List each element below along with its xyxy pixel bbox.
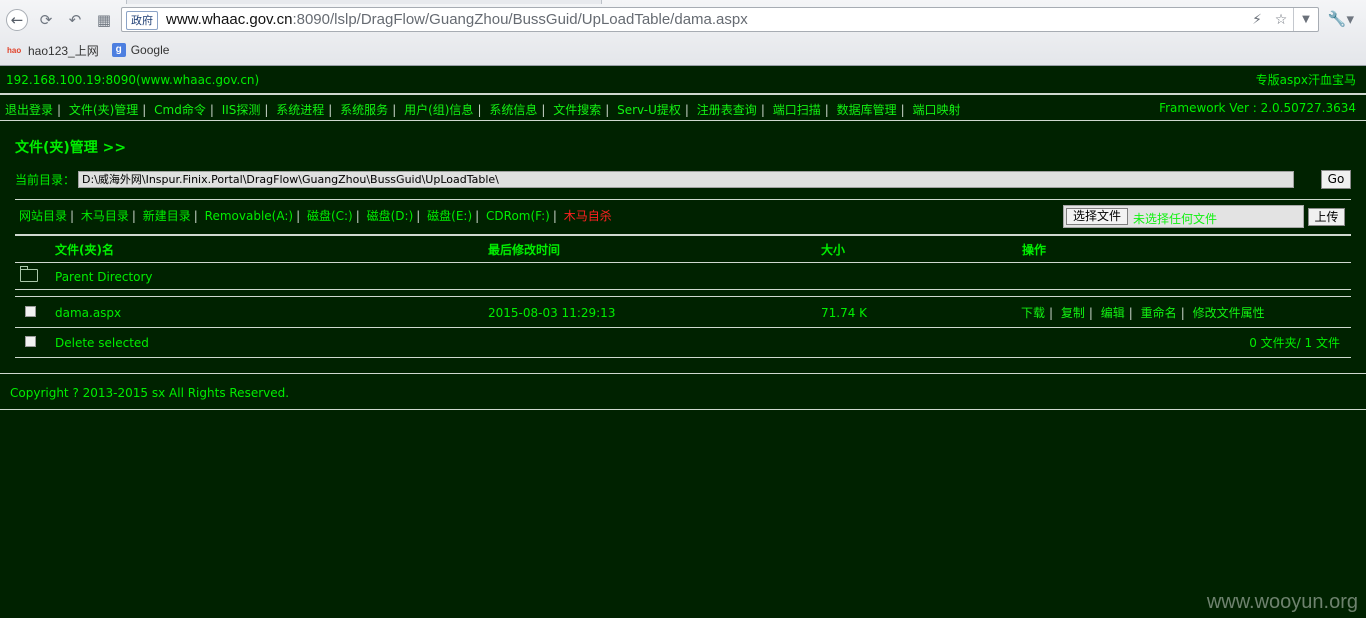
col-header-actions: 操作 <box>1022 243 1047 257</box>
footer-copyright: Copyright ? 2013-2015 sx All Rights Rese… <box>10 386 290 400</box>
url-text[interactable]: www.whaac.gov.cn:8090/lslp/DragFlow/Guan… <box>166 11 748 29</box>
action-edit[interactable]: 编辑 <box>1101 306 1125 320</box>
choose-file-button[interactable]: 选择文件 <box>1066 208 1128 225</box>
nav-services[interactable]: 系统服务 <box>340 103 388 117</box>
row-divider <box>15 289 1351 290</box>
go-button[interactable]: Go <box>1321 170 1351 189</box>
link-new-dir[interactable]: 新建目录 <box>143 209 191 223</box>
google-icon: g <box>111 43 126 57</box>
nav-processes[interactable]: 系统进程 <box>276 103 324 117</box>
host-info: 192.168.100.19:8090(www.whaac.gov.cn) <box>6 73 260 87</box>
nav-database[interactable]: 数据库管理 <box>837 103 897 117</box>
page: 192.168.100.19:8090(www.whaac.gov.cn) 专版… <box>0 66 1366 618</box>
action-copy[interactable]: 复制 <box>1061 306 1085 320</box>
upload-button[interactable]: 上传 <box>1308 208 1345 226</box>
row-divider <box>15 327 1351 328</box>
link-drive-c[interactable]: 磁盘(C:) <box>307 209 353 223</box>
dropdown-arrow-icon[interactable]: ▼ <box>1293 8 1318 31</box>
nav-cmd[interactable]: Cmd命令 <box>154 103 206 117</box>
framework-version: Framework Ver : 2.0.50727.3634 <box>1159 101 1356 115</box>
home-icon[interactable]: ▦ <box>93 9 115 31</box>
nav-servu[interactable]: Serv-U提权 <box>617 103 681 117</box>
divider <box>0 409 1366 410</box>
action-rename[interactable]: 重命名 <box>1141 306 1177 320</box>
file-modified: 2015-08-03 11:29:13 <box>488 306 616 320</box>
watermark: www.wooyun.org <box>1206 591 1358 613</box>
nav-sysinfo[interactable]: 系统信息 <box>489 103 537 117</box>
link-drive-a[interactable]: Removable(A:) <box>205 209 293 223</box>
col-header-modified: 最后修改时间 <box>488 243 561 257</box>
divider <box>15 199 1351 200</box>
link-trojan-dir[interactable]: 木马目录 <box>81 209 129 223</box>
gov-badge: 政府 <box>126 11 158 30</box>
back-icon[interactable]: ← <box>6 9 28 31</box>
action-download[interactable]: 下载 <box>1021 306 1045 320</box>
link-drive-e[interactable]: 磁盘(E:) <box>427 209 472 223</box>
file-count-summary: 0 文件夹/ 1 文件 <box>1249 336 1340 350</box>
col-header-size: 大小 <box>821 243 846 257</box>
link-self-destruct[interactable]: 木马自杀 <box>564 209 612 223</box>
divider <box>0 120 1366 121</box>
folder-icon <box>20 266 38 282</box>
no-file-label: 未选择任何文件 <box>1133 212 1218 226</box>
row-divider <box>15 262 1351 263</box>
hao123-icon: hao <box>7 46 22 55</box>
brand-title: 专版aspx汗血宝马 <box>1255 73 1356 87</box>
col-header-name: 文件(夹)名 <box>55 243 114 257</box>
divider <box>0 93 1366 95</box>
nav-users[interactable]: 用户(组)信息 <box>404 103 473 117</box>
reload-icon[interactable]: ↶ <box>64 9 86 31</box>
nav-logout[interactable]: 退出登录 <box>5 103 53 117</box>
bookmark-label: Google <box>130 43 170 57</box>
table-top-border <box>15 234 1351 236</box>
bookmark-label: hao123_上网 <box>28 43 99 58</box>
row-divider <box>15 296 1351 297</box>
delete-selected-link[interactable]: Delete selected <box>55 336 149 350</box>
bookmarks-bar: hao hao123_上网 g Google <box>0 40 175 60</box>
bookmark-google[interactable]: g Google <box>111 43 170 57</box>
file-upload-field[interactable]: 选择文件 未选择任何文件 <box>1063 205 1304 228</box>
url-host: www.whaac.gov.cn <box>166 11 293 28</box>
nav-file-search[interactable]: 文件搜索 <box>553 103 601 117</box>
link-drive-f[interactable]: CDRom(F:) <box>486 209 550 223</box>
nav-file-manager[interactable]: 文件(夹)管理 <box>69 103 138 117</box>
file-checkbox[interactable] <box>25 306 36 317</box>
forward-icon[interactable]: ⟳ <box>35 9 57 31</box>
file-name-link[interactable]: dama.aspx <box>55 306 121 320</box>
browser-tab[interactable] <box>126 0 602 4</box>
current-dir-input[interactable]: D:\威海外网\Inspur.Finix.Portal\DragFlow\Gua… <box>78 171 1294 188</box>
address-bar[interactable]: 政府 www.whaac.gov.cn:8090/lslp/DragFlow/G… <box>121 7 1319 32</box>
main-nav: 退出登录 | 文件(夹)管理 | Cmd命令 | IIS探测 | 系统进程 | 系统服务 |… <box>5 103 961 117</box>
nav-iis[interactable]: IIS探测 <box>222 103 261 117</box>
nav-port-scan[interactable]: 端口扫描 <box>773 103 821 117</box>
current-dir-label: 当前目录： <box>15 173 76 187</box>
quick-links: 网站目录 | 木马目录 | 新建目录 | Removable(A:) | 磁盘(C:) |… <box>19 209 612 223</box>
row-divider <box>15 357 1351 358</box>
bookmark-hao123[interactable]: hao hao123_上网 <box>7 42 99 59</box>
nav-port-map[interactable]: 端口映射 <box>912 103 960 117</box>
lightning-icon[interactable]: ⚡ <box>1245 12 1269 28</box>
wrench-icon[interactable]: 🔧▾ <box>1328 10 1354 28</box>
section-title: 文件(夹)管理 >> <box>15 140 127 156</box>
action-attributes[interactable]: 修改文件属性 <box>1193 306 1265 320</box>
divider <box>0 373 1366 374</box>
browser-chrome: ← ⟳ ↶ ▦ 政府 www.whaac.gov.cn:8090/lslp/Dr… <box>0 0 1366 66</box>
star-icon[interactable]: ☆ <box>1269 12 1293 28</box>
select-all-checkbox[interactable] <box>25 336 36 347</box>
link-drive-d[interactable]: 磁盘(D:) <box>367 209 414 223</box>
file-size: 71.74 K <box>821 306 868 320</box>
file-actions: 下载 | 复制 | 编辑 | 重命名 | 修改文件属性 <box>1021 306 1265 320</box>
parent-directory-link[interactable]: Parent Directory <box>55 270 153 284</box>
link-web-root[interactable]: 网站目录 <box>19 209 67 223</box>
url-path: :8090/lslp/DragFlow/GuangZhou/BussGuid/U… <box>292 11 748 28</box>
nav-registry[interactable]: 注册表查询 <box>697 103 757 117</box>
